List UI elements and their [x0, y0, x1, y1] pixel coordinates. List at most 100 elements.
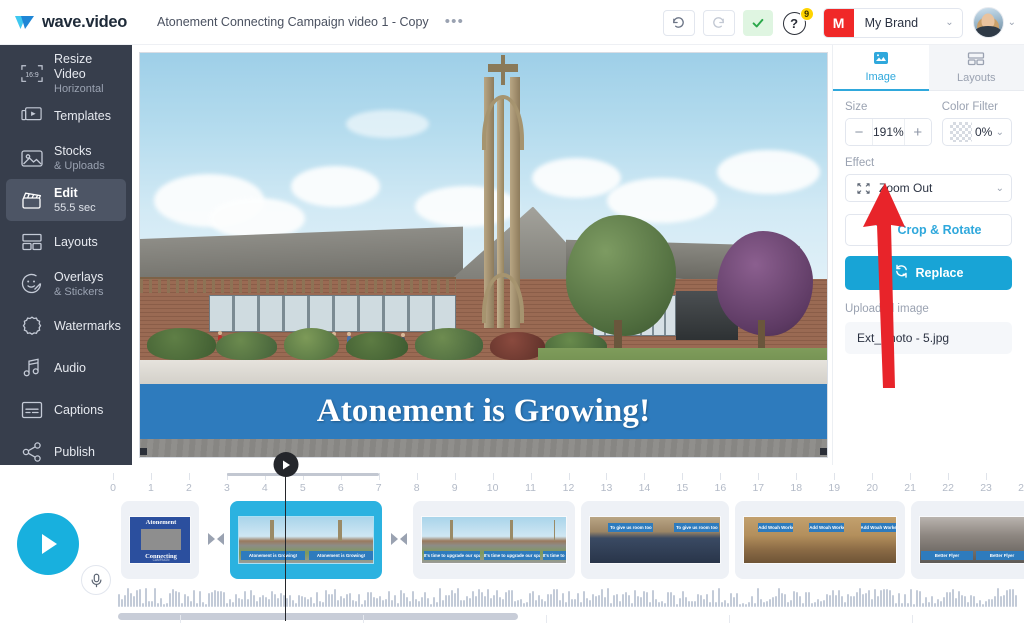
- effect-select[interactable]: Zoom Out ⌄: [845, 174, 1012, 202]
- waveform-bar: [460, 599, 462, 607]
- ruler-tick-label: 13: [600, 482, 613, 494]
- replace-button[interactable]: Replace: [845, 256, 1012, 290]
- caption-banner[interactable]: Atonement is Growing!: [140, 384, 827, 439]
- redo-button[interactable]: [702, 9, 735, 36]
- waveform-bar: [787, 601, 789, 607]
- size-stepper[interactable]: − 191% +: [845, 118, 932, 146]
- list-item[interactable]: To give us room too To give us room too: [581, 501, 729, 579]
- transition-marker[interactable]: [205, 531, 227, 547]
- list-item[interactable]: Add Woah Worked Space Add Woah Worked Sp…: [735, 501, 905, 579]
- sidebar-item-layouts[interactable]: Layouts: [6, 221, 126, 263]
- help-button[interactable]: ? 9: [782, 6, 814, 37]
- video-canvas[interactable]: Atonement is Growing!: [139, 52, 828, 458]
- waveform-bar: [499, 596, 501, 607]
- color-filter-select[interactable]: 0% ⌄: [941, 118, 1012, 146]
- waveform-bar: [286, 597, 288, 607]
- playhead-knob[interactable]: [273, 452, 298, 477]
- waveform-bar: [757, 588, 759, 607]
- selected-clip-range-bar[interactable]: [226, 473, 379, 476]
- waveform-bar: [760, 599, 762, 607]
- waveform-bar: [766, 600, 768, 607]
- ruler-tick: [758, 473, 760, 480]
- waveform-bar: [502, 598, 504, 607]
- list-item[interactable]: Atonement Connecting CAMPAIGN: [121, 501, 199, 579]
- sidebar-item-resize-video[interactable]: 16:9 Resize Video Horizontal: [6, 52, 126, 95]
- waveform-bar: [817, 598, 819, 607]
- waveform-bar: [391, 599, 393, 607]
- waveform-bar: [979, 599, 981, 607]
- waveform-bar: [484, 595, 486, 607]
- app-logo[interactable]: wave.video: [0, 12, 145, 33]
- waveform-bar: [418, 600, 420, 607]
- waveform-bar: [910, 588, 912, 607]
- size-increase-button[interactable]: +: [904, 119, 931, 145]
- top-header: wave.video Atonement Connecting Campaign…: [0, 0, 1024, 45]
- waveform-bar: [427, 598, 429, 607]
- waveform-bar: [673, 594, 675, 607]
- waveform-bar: [709, 602, 711, 607]
- size-decrease-button[interactable]: −: [846, 119, 872, 145]
- transition-marker[interactable]: [388, 531, 410, 547]
- watermarks-icon: [20, 315, 50, 337]
- play-button[interactable]: [17, 513, 79, 575]
- waveform-bar: [775, 595, 777, 607]
- sidebar-item-captions[interactable]: Captions: [6, 389, 126, 431]
- sidebar-item-templates[interactable]: Templates: [6, 95, 126, 137]
- waveform-bar: [172, 589, 174, 607]
- waveform-bar: [652, 589, 654, 607]
- sidebar-item-stocks-uploads[interactable]: Stocks & Uploads: [6, 137, 126, 179]
- undo-button[interactable]: [662, 9, 695, 36]
- waveform-bar: [457, 588, 459, 607]
- waveform-bar: [880, 590, 882, 607]
- replace-label: Replace: [915, 266, 964, 280]
- waveform-bar: [700, 594, 702, 607]
- waveform-bar: [610, 602, 612, 607]
- thumb-caption: It's time to upgrade our space: [483, 551, 541, 560]
- audio-waveform[interactable]: [118, 587, 1022, 607]
- playhead[interactable]: [273, 452, 298, 621]
- sidebar-item-publish[interactable]: Publish: [6, 431, 126, 473]
- ruler-tick: [454, 473, 456, 480]
- thumbnail: It's time to upgrade our space: [542, 517, 566, 563]
- size-and-filter-row: Size − 191% + Color Filter 0% ⌄: [845, 101, 1012, 146]
- list-item[interactable]: It's time to upgrade our space It's time…: [413, 501, 575, 579]
- sidebar-item-edit[interactable]: Edit 55.5 sec: [6, 179, 126, 221]
- sidebar-item-audio[interactable]: Audio: [6, 347, 126, 389]
- tab-layouts-label: Layouts: [956, 71, 996, 84]
- waveform-bar: [235, 593, 237, 607]
- crop-rotate-button[interactable]: Crop & Rotate: [845, 214, 1012, 246]
- effect-label: Effect: [845, 157, 875, 169]
- list-item[interactable]: Atonement is Growing! Atonement is Growi…: [230, 501, 382, 579]
- waveform-bar: [613, 594, 615, 607]
- ruler-tick: [530, 473, 532, 480]
- waveform-bar: [178, 592, 180, 607]
- waveform-bar: [655, 598, 657, 607]
- waveform-bar: [901, 602, 903, 607]
- uploaded-image-filename[interactable]: Ext_Photo - 5.jpg: [845, 322, 1012, 354]
- list-item[interactable]: Better Flyer Better Flyer: [911, 501, 1024, 579]
- timeline-ruler[interactable]: 0123456789101112131415161718192021222324: [110, 473, 1024, 499]
- tab-layouts[interactable]: Layouts: [928, 45, 1024, 91]
- waveform-bar: [745, 604, 747, 607]
- document-more-options-button[interactable]: •••: [445, 14, 464, 29]
- waveform-bar: [319, 600, 321, 607]
- wave-video-logo-icon: [14, 12, 35, 33]
- brand-selector[interactable]: M My Brand ⌄: [822, 7, 963, 38]
- waveform-bar: [694, 601, 696, 607]
- sidebar-item-watermarks[interactable]: Watermarks: [6, 305, 126, 347]
- selection-handle-bottom-right[interactable]: [820, 448, 827, 455]
- canvas-stage: Atonement is Growing!: [132, 45, 832, 465]
- account-menu[interactable]: ⌄: [972, 7, 1016, 38]
- thumbnail: Add Woah Worked Space: [744, 517, 795, 563]
- ruler-tick-label: 9: [451, 482, 458, 494]
- waveform-bar: [526, 601, 528, 607]
- waveform-bar: [697, 594, 699, 607]
- waveform-bar: [466, 596, 468, 607]
- voice-over-mic-button[interactable]: [81, 565, 111, 595]
- tab-image[interactable]: Image: [833, 45, 929, 91]
- waveform-bar: [928, 602, 930, 607]
- selection-handle-bottom-left[interactable]: [140, 448, 147, 455]
- sidebar-item-overlays-stickers[interactable]: Overlays & Stickers: [6, 263, 126, 305]
- ruler-tick-label: 6: [337, 482, 344, 494]
- publish-share-icon: [20, 441, 50, 463]
